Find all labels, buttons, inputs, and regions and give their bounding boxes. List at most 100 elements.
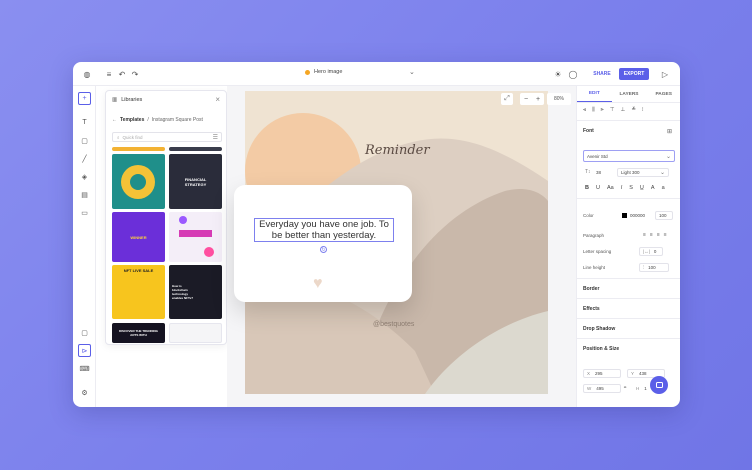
breadcrumb-root[interactable]: Templates: [120, 117, 144, 123]
font-case-icon[interactable]: A: [651, 185, 655, 191]
template-thumb[interactable]: NFT LIVE SALE: [112, 265, 165, 319]
filter-icon[interactable]: ☰: [213, 134, 218, 141]
template-thumb[interactable]: [112, 147, 165, 151]
zoom-out-icon[interactable]: −: [524, 96, 528, 103]
italic-icon[interactable]: I: [621, 185, 623, 191]
opacity-input[interactable]: 100: [655, 211, 673, 220]
text-align-right-icon[interactable]: ≡: [657, 232, 660, 238]
template-thumb-label: NFT LIVE SALE: [123, 268, 154, 273]
embed-tool-icon[interactable]: ▭: [78, 206, 91, 219]
tab-edit[interactable]: EDIT: [577, 86, 612, 102]
divider: [577, 198, 680, 199]
border-section[interactable]: Border: [583, 286, 599, 292]
case-icon[interactable]: Aa: [607, 185, 614, 191]
h-value: 1: [644, 386, 647, 391]
export-button[interactable]: EXPORT: [619, 68, 649, 80]
document-title[interactable]: Hero image: [305, 69, 342, 75]
bold-icon[interactable]: B: [585, 185, 589, 191]
undo-icon[interactable]: ↶: [116, 68, 128, 80]
letter-spacing-value: 0: [653, 249, 657, 254]
chevron-down-icon[interactable]: ⌄: [409, 68, 415, 76]
align-right-icon[interactable]: ⫸: [601, 107, 604, 114]
fit-screen-icon[interactable]: ⤢: [501, 93, 513, 105]
back-arrow-icon[interactable]: ←: [112, 117, 117, 123]
letter-spacing-input[interactable]: |↔| 0: [639, 247, 663, 256]
share-button[interactable]: SHARE: [589, 68, 615, 80]
x-input[interactable]: X 295: [583, 369, 621, 378]
menu-icon[interactable]: ≡: [103, 68, 115, 80]
align-top-icon[interactable]: ⊤: [610, 107, 615, 114]
y-label: Y: [631, 371, 635, 376]
properties-panel: EDIT LAYERS PAGES ⫷ ⫼ ⫸ ⊤ ⊥ ≚ ⁞ Font ⊞ A…: [576, 86, 680, 407]
template-thumb[interactable]: WINNER: [112, 212, 165, 262]
font-family-select[interactable]: Avenir Std ⌄: [583, 150, 675, 162]
w-value: 495: [596, 386, 604, 391]
comment-icon[interactable]: ◯: [567, 68, 579, 80]
close-icon[interactable]: ×: [215, 95, 220, 104]
doc-title-text: Hero image: [314, 69, 343, 75]
play-icon[interactable]: ▷: [659, 68, 671, 80]
font-size-input[interactable]: 38: [593, 168, 613, 177]
frame-tool-icon[interactable]: ▢: [78, 326, 91, 339]
breadcrumb: ← Templates / Instagram Square Post: [112, 117, 203, 123]
color-input[interactable]: 000000: [619, 211, 651, 220]
template-tool-icon[interactable]: ⊳: [78, 344, 91, 357]
line-height-input[interactable]: ⫶ 100: [639, 263, 669, 272]
w-label: W: [587, 386, 592, 391]
tab-layers[interactable]: LAYERS: [612, 86, 647, 102]
strikethrough-icon[interactable]: S: [629, 185, 633, 191]
template-thumb[interactable]: FINANCIAL STRATEGY: [169, 154, 222, 209]
underline-icon[interactable]: U̲: [640, 185, 644, 191]
handle-text[interactable]: @bestquotes: [373, 321, 414, 328]
divider: [577, 338, 680, 339]
reminder-heading[interactable]: Reminder: [365, 143, 430, 158]
template-thumb[interactable]: DISCOVER THE TRENDING ARTS WITH: [112, 323, 165, 343]
drop-shadow-section[interactable]: Drop Shadow: [583, 326, 615, 332]
search-placeholder: Quick find: [122, 134, 143, 140]
width-input[interactable]: W 495: [583, 384, 621, 393]
shape-tool-icon[interactable]: ▢: [78, 134, 91, 147]
logo-icon[interactable]: ◍: [81, 68, 93, 80]
template-thumb[interactable]: [169, 212, 222, 262]
settings-icon[interactable]: ⚙: [78, 386, 91, 399]
panel-tabs: EDIT LAYERS PAGES: [577, 86, 680, 103]
align-left-icon[interactable]: ⫷: [583, 107, 586, 114]
redo-icon[interactable]: ↷: [129, 68, 141, 80]
text-tool-icon[interactable]: T: [78, 116, 91, 129]
paint-tool-icon[interactable]: ◈: [78, 170, 91, 183]
quote-card[interactable]: Everyday you have one job. To be better …: [234, 185, 412, 302]
sub-icon[interactable]: a: [662, 185, 665, 191]
font-weight-select[interactable]: Light 300 ⌄: [617, 168, 669, 177]
template-thumb[interactable]: [169, 147, 222, 151]
add-icon[interactable]: +: [78, 92, 91, 105]
uppercase-icon[interactable]: U: [596, 185, 600, 191]
effects-section[interactable]: Effects: [583, 306, 600, 312]
pen-tool-icon[interactable]: ╱: [78, 152, 91, 165]
zoom-in-icon[interactable]: +: [536, 96, 540, 103]
distribute-icon[interactable]: ⁞: [642, 107, 644, 114]
sun-icon[interactable]: ☀: [552, 68, 564, 80]
chat-support-button[interactable]: [650, 376, 668, 394]
search-input[interactable]: ⌕ Quick find ☰: [112, 132, 222, 142]
tab-pages[interactable]: PAGES: [646, 86, 680, 102]
align-center-icon[interactable]: ⫼: [592, 107, 595, 114]
text-align-left-icon[interactable]: ≡: [643, 232, 646, 238]
text-justify-icon[interactable]: ≡: [664, 232, 667, 238]
template-thumb[interactable]: [169, 323, 222, 343]
align-middle-icon[interactable]: ⊥: [621, 107, 626, 114]
template-thumb[interactable]: [112, 154, 165, 209]
chat-icon: [655, 382, 663, 388]
link-icon[interactable]: ⚭: [623, 385, 627, 391]
keyboard-icon[interactable]: ⌨: [78, 362, 91, 375]
rotate-handle-icon[interactable]: ↻: [320, 246, 327, 253]
align-bottom-icon[interactable]: ≚: [631, 107, 636, 114]
quote-text[interactable]: Everyday you have one job. To be better …: [254, 218, 394, 242]
text-align-center-icon[interactable]: ≡: [650, 232, 653, 238]
letter-spacing-icon: |↔|: [643, 249, 650, 254]
template-thumb-label: How is blockchain technology enables NFT…: [172, 284, 194, 300]
divider: [577, 318, 680, 319]
template-thumb[interactable]: How is blockchain technology enables NFT…: [169, 265, 222, 319]
image-tool-icon[interactable]: ▤: [78, 188, 91, 201]
grid-icon[interactable]: ⊞: [667, 128, 672, 135]
zoom-level[interactable]: 80%: [547, 93, 571, 105]
